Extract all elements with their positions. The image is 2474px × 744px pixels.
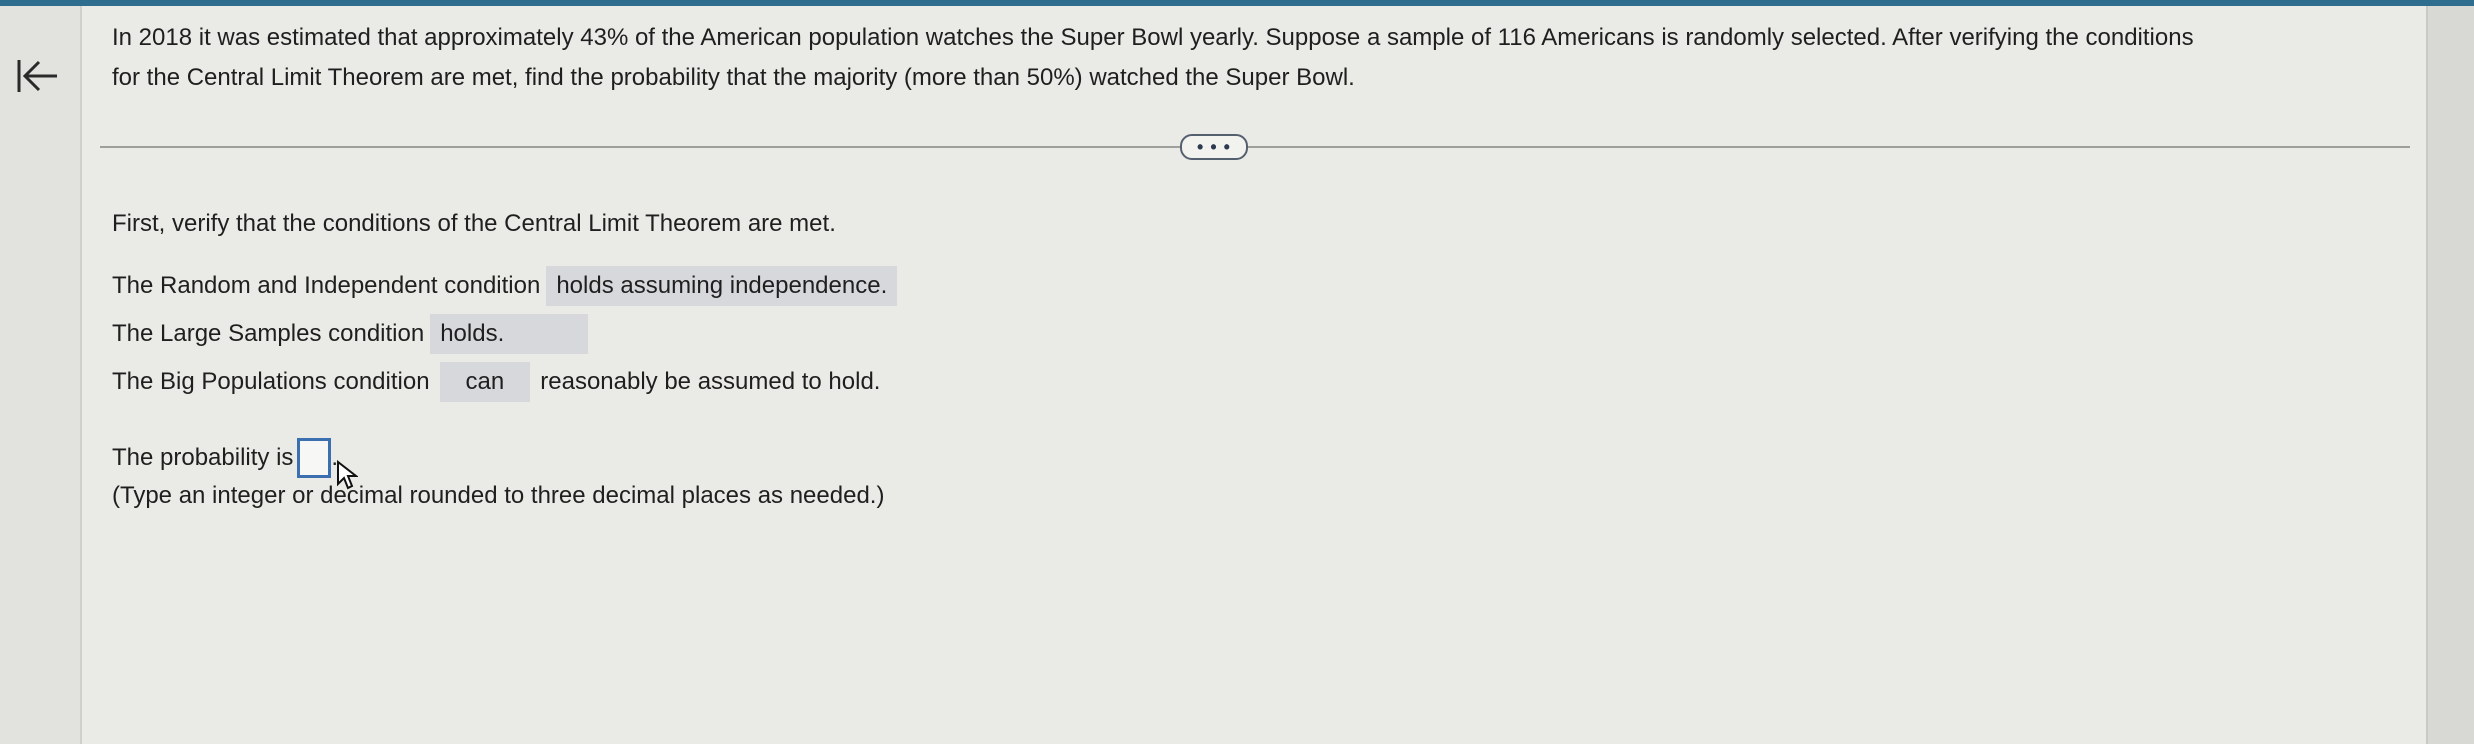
section-divider (100, 146, 2410, 148)
large-samples-answer-dropdown[interactable]: holds. (430, 314, 589, 354)
left-navigation-rail (0, 6, 82, 744)
probability-row: The probability is . (112, 438, 338, 478)
question-panel: In 2018 it was estimated that approximat… (82, 6, 2428, 744)
mouse-pointer-icon (337, 460, 358, 490)
probability-answer-input[interactable] (297, 438, 332, 478)
expand-more-button[interactable]: • • • (1180, 134, 1248, 160)
answer-instructions: (Type an integer or decimal rounded to t… (112, 482, 885, 509)
random-independent-row: The Random and Independent condition hol… (112, 266, 898, 306)
big-populations-label: The Big Populations condition (112, 368, 430, 395)
big-populations-row: The Big Populations condition can reason… (112, 362, 880, 402)
probability-label: The probability is (112, 444, 294, 471)
large-samples-label: The Large Samples condition (112, 320, 425, 347)
question-text: In 2018 it was estimated that approximat… (112, 18, 2412, 98)
verify-prompt: First, verify that the conditions of the… (112, 210, 836, 237)
question-line-1: In 2018 it was estimated that approximat… (112, 24, 2194, 51)
big-populations-answer-dropdown[interactable]: can (439, 362, 531, 402)
large-samples-row: The Large Samples condition holds. (112, 314, 589, 354)
random-condition-answer-dropdown[interactable]: holds assuming independence. (546, 266, 898, 306)
right-edge-strip (2426, 6, 2474, 744)
big-populations-suffix: reasonably be assumed to hold. (540, 368, 881, 395)
arrow-left-bar-icon (17, 60, 57, 92)
question-line-2: for the Central Limit Theorem are met, f… (112, 64, 1355, 91)
random-condition-label: The Random and Independent condition (112, 272, 541, 299)
back-button[interactable] (10, 46, 66, 106)
